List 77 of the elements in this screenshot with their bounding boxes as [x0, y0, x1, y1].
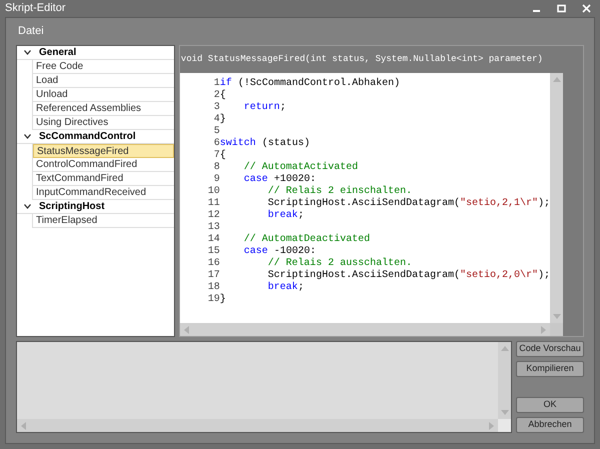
line-number: 13: [206, 222, 220, 234]
scroll-up-icon[interactable]: [552, 77, 560, 82]
vertical-scrollbar[interactable]: [550, 73, 563, 323]
code-editor[interactable]: [180, 73, 550, 323]
tree-item[interactable]: Unload: [33, 88, 174, 102]
line-number: 2: [212, 90, 220, 102]
line-number: 8: [212, 162, 220, 174]
tree-group[interactable]: General: [39, 45, 76, 60]
tree-item[interactable]: Load: [33, 74, 174, 88]
line-number: 10: [206, 186, 220, 198]
scroll-left-icon[interactable]: [184, 326, 189, 334]
tree-item[interactable]: StatusMessageFired: [33, 144, 174, 158]
action-button[interactable]: Code Vorschau: [516, 341, 584, 357]
code-line: if (!ScCommandControl.Abhaken): [220, 78, 400, 90]
code-line: }: [220, 294, 226, 306]
action-button[interactable]: OK: [516, 397, 584, 413]
maximize-icon[interactable]: [557, 4, 566, 13]
line-number: 1: [212, 78, 220, 90]
code-line: // Relais 2 ausschalten.: [266, 258, 412, 270]
line-number: 7: [212, 150, 220, 162]
code-line: }: [220, 114, 226, 126]
line-number: 12: [206, 210, 220, 222]
code-line: break;: [266, 210, 304, 222]
scroll-down-icon[interactable]: [552, 314, 560, 319]
line-number: 11: [206, 198, 220, 210]
scrollbar-corner: [498, 419, 511, 432]
chevron-down-icon[interactable]: [24, 134, 31, 139]
code-line: case -10020:: [242, 246, 316, 258]
line-number: 18: [206, 282, 220, 294]
line-number: 17: [206, 270, 220, 282]
line-number: 14: [206, 234, 220, 246]
scroll-right-icon[interactable]: [541, 326, 546, 334]
scrollbar-corner: [550, 323, 563, 336]
code-line: // Relais 2 einschalten.: [266, 186, 412, 198]
close-icon[interactable]: [582, 4, 591, 13]
tree-group[interactable]: ScriptingHost: [39, 199, 105, 214]
action-button[interactable]: Abbrechen: [516, 417, 584, 433]
tree-group[interactable]: ScCommandControl: [39, 129, 136, 144]
scroll-right-icon[interactable]: [489, 422, 494, 430]
scroll-down-icon[interactable]: [500, 410, 508, 415]
code-line: ScriptingHost.AsciiSendDatagram("setio,2,1\r");: [266, 198, 550, 210]
code-line: {: [220, 90, 226, 102]
tree-item[interactable]: Referenced Assemblies: [33, 102, 174, 116]
tree-item[interactable]: TextCommandFired: [33, 172, 174, 186]
vertical-scrollbar[interactable]: [498, 342, 511, 419]
method-signature: void StatusMessageFired(int status, System.Nullable<int> parameter): [180, 52, 543, 66]
line-number: 9: [212, 174, 220, 186]
tree-item[interactable]: InputCommandReceived: [33, 186, 174, 200]
tree-item[interactable]: ControlCommandFired: [33, 158, 174, 172]
code-line: // AutomatDeactivated: [242, 234, 370, 246]
code-line: case +10020:: [242, 174, 316, 186]
chevron-down-icon[interactable]: [24, 50, 31, 55]
line-number: 4: [212, 114, 220, 126]
line-number: 5: [212, 126, 220, 138]
code-line: {: [220, 150, 226, 162]
tree-item[interactable]: TimerElapsed: [33, 214, 174, 228]
output-box[interactable]: [16, 341, 512, 433]
code-line: ScriptingHost.AsciiSendDatagram("setio,2,0\r");: [266, 270, 550, 282]
tree-item[interactable]: Free Code: [33, 60, 174, 74]
menu-item[interactable]: Datei: [16, 23, 46, 40]
code-line: // AutomatActivated: [242, 162, 358, 174]
code-line: break;: [266, 282, 304, 294]
horizontal-scrollbar[interactable]: [17, 419, 498, 432]
scroll-left-icon[interactable]: [21, 422, 26, 430]
line-number: 6: [212, 138, 220, 150]
code-line: return;: [242, 102, 286, 114]
action-button[interactable]: Kompilieren: [516, 361, 584, 377]
code-line: switch (status): [220, 138, 310, 150]
line-number: 19: [206, 294, 220, 306]
line-number: 15: [206, 246, 220, 258]
line-number: 3: [212, 102, 220, 114]
chevron-down-icon[interactable]: [24, 204, 31, 209]
horizontal-scrollbar[interactable]: [180, 323, 550, 336]
line-number: 16: [206, 258, 220, 270]
scroll-up-icon[interactable]: [500, 346, 508, 351]
tree-item[interactable]: Using Directives: [33, 116, 174, 130]
window-title: Skript-Editor: [5, 1, 66, 16]
